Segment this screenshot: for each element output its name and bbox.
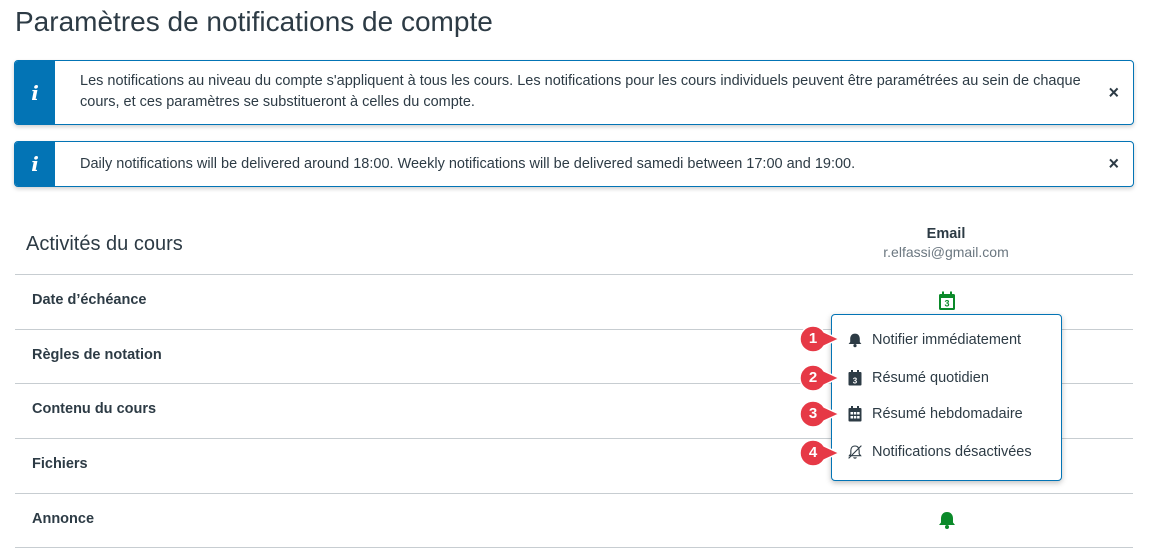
menu-item-label: Notifications désactivées (872, 444, 1032, 460)
calendar-number: 3 (944, 299, 949, 309)
step-marker-3: 3 (799, 400, 841, 428)
step-marker-1: 1 (799, 325, 841, 353)
info-icon: i (15, 142, 55, 186)
notification-frequency-menu: Notifier immédiatement 3 Résumé quotidie… (831, 314, 1062, 481)
page-title: Paramètres de notifications de compte (15, 6, 493, 37)
step-number: 1 (808, 330, 818, 347)
email-column-header: Email r.elfassi@gmail.com (846, 226, 1046, 260)
section-title: Activités du cours (26, 233, 183, 255)
step-number: 3 (808, 405, 818, 422)
menu-item-notifications-off[interactable]: Notifications désactivées (832, 437, 1061, 467)
bell-icon (847, 332, 863, 348)
info-icon: i (15, 61, 55, 124)
row-label: Contenu du cours (32, 401, 157, 417)
step-marker-4: 4 (799, 439, 841, 467)
column-title: Email (926, 226, 966, 242)
calendar-daily-icon: 3 (847, 370, 863, 386)
menu-item-daily-summary[interactable]: 3 Résumé quotidien (832, 363, 1061, 393)
table-bottom-divider (15, 547, 1133, 548)
close-icon[interactable]: × (1108, 154, 1119, 175)
row-label: Date d’échéance (32, 292, 147, 308)
table-row: Annonce (15, 493, 1133, 548)
account-notifications-alert: i Les notifications au niveau du compte … (14, 60, 1134, 125)
bell-off-icon (847, 444, 863, 460)
row-label: Annonce (32, 511, 95, 527)
step-number: 4 (808, 444, 818, 461)
calendar-number: 3 (853, 377, 858, 386)
email-address: r.elfassi@gmail.com (883, 244, 1009, 260)
alert-message: Daily notifications will be delivered ar… (80, 155, 856, 172)
calendar-weekly-icon (847, 406, 863, 422)
menu-item-notify-immediately[interactable]: Notifier immédiatement (832, 325, 1061, 355)
row-label: Règles de notation (32, 347, 162, 363)
calendar-daily-icon[interactable]: 3 (938, 291, 956, 311)
menu-item-weekly-summary[interactable]: Résumé hebdomadaire (832, 399, 1061, 429)
bell-icon[interactable] (937, 510, 957, 530)
close-icon[interactable]: × (1108, 82, 1119, 103)
row-label: Fichiers (32, 456, 88, 472)
step-marker-2: 2 (799, 364, 841, 392)
menu-item-label: Résumé hebdomadaire (872, 406, 1023, 422)
menu-item-label: Notifier immédiatement (872, 332, 1022, 348)
menu-item-label: Résumé quotidien (872, 370, 989, 386)
alert-message: Les notifications au niveau du compte s'… (80, 73, 1081, 110)
step-number: 2 (808, 369, 818, 386)
delivery-schedule-alert: i Daily notifications will be delivered … (14, 141, 1134, 187)
